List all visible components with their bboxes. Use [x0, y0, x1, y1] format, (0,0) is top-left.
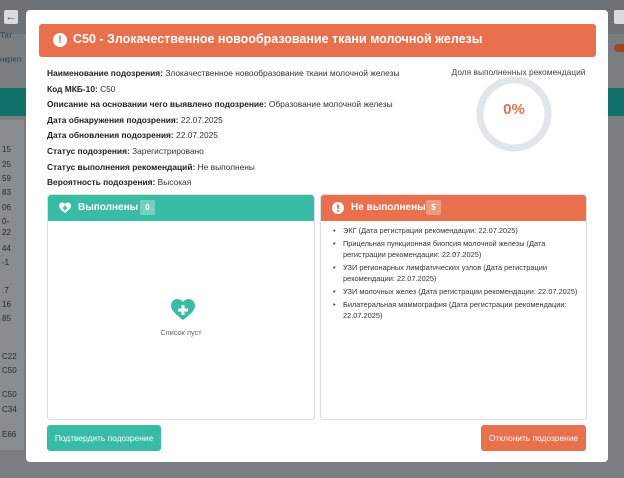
heart-plus-icon [59, 202, 71, 213]
background-number: 44 [2, 244, 11, 253]
background-number: 15 [2, 145, 11, 154]
background-toggle [614, 44, 624, 52]
completed-panel-title: Выполнены [78, 202, 139, 213]
background-number: C22 [2, 352, 17, 361]
background-number: C50 [2, 366, 17, 375]
info-label: Описание на основании чего выявлено подо… [47, 99, 267, 110]
info-row: Вероятность подозрения: Высокая [47, 175, 447, 191]
progress-value: 0% [503, 101, 525, 118]
heart-plus-icon [171, 299, 195, 320]
completed-panel-header: Выполнены 0 [48, 195, 314, 221]
not-completed-panel: Не выполнены 5 ЭКГ (Дата регистрации рек… [320, 194, 587, 420]
background-number: C34 [2, 405, 17, 414]
modal-title: C50 - Злокачественное новообразование тк… [73, 32, 483, 46]
background-number: 25 [2, 160, 11, 169]
modal-header: ! C50 - Злокачественное новообразование … [39, 24, 596, 57]
recommendation-item: УЗИ молочных желез (Дата регистрации рек… [333, 287, 581, 298]
background-column [0, 120, 24, 450]
info-row: Дата обновления подозрения: 22.07.2025 [47, 128, 447, 144]
info-row: Статус выполнения рекомендаций: Не выпол… [47, 160, 447, 176]
suspicion-modal: ! C50 - Злокачественное новообразование … [26, 10, 608, 462]
info-label: Статус подозрения: [47, 145, 130, 156]
info-label: Вероятность подозрения: [47, 177, 156, 188]
info-label: Статус выполнения рекомендаций: [47, 161, 196, 172]
info-row: Дата обнаружения подозрения: 22.07.2025 [47, 113, 447, 129]
recommendation-list: ЭКГ (Дата регистрации рекомендации: 22.0… [333, 226, 581, 324]
info-label: Дата обнаружения подозрения: [47, 114, 179, 125]
background-number: 22 [2, 228, 11, 237]
empty-list-text: Список пуст [160, 328, 202, 337]
recommendation-item: УЗИ регионарных лимфатических узлов (Дат… [333, 263, 581, 284]
background-number: .7 [2, 286, 9, 295]
background-number: C50 [2, 390, 17, 399]
info-value: Зарегистрировано [132, 145, 204, 156]
info-value: Не выполнены [197, 161, 255, 172]
background-window-control [614, 10, 624, 24]
info-label: Дата обновления подозрения: [47, 130, 174, 141]
background-number: 85 [2, 314, 11, 323]
info-value: Злокачественное новообразование ткани мо… [165, 68, 400, 78]
info-row: Статус подозрения: Зарегистрировано [47, 144, 447, 160]
confirm-suspicion-button[interactable]: Подтвердить подозрение [47, 425, 161, 451]
background-number: 06 [2, 203, 11, 212]
background-number: E66 [2, 430, 17, 439]
recommendation-item: Прицельная пункционная биопсия молочной … [333, 239, 581, 260]
not-completed-count-badge: 5 [426, 200, 441, 215]
background-number: -1 [2, 258, 10, 267]
info-row: Наименование подозрения: Злокачественное… [47, 66, 447, 82]
background-number: 16 [2, 300, 11, 309]
completed-count-badge: 0 [140, 200, 155, 215]
not-completed-panel-title: Не выполнены [351, 202, 426, 213]
recommendation-item: ЭКГ (Дата регистрации рекомендации: 22.0… [333, 226, 581, 237]
info-value: Образование молочной железы [268, 99, 393, 110]
background-number: 59 [2, 174, 11, 183]
info-value: C50 [100, 83, 116, 94]
back-arrow-icon[interactable]: ← [4, 10, 18, 24]
background-number: 83 [2, 188, 11, 197]
completed-panel: Выполнены 0 Список пуст [47, 194, 315, 420]
alert-circle-icon [332, 202, 344, 214]
not-completed-panel-header: Не выполнены 5 [321, 195, 586, 221]
info-row: Описание на основании чего выявлено подо… [47, 97, 447, 113]
background-text: нкреп [0, 55, 22, 64]
background-number: 0- [2, 217, 10, 226]
info-value: 22.07.2025 [176, 130, 218, 141]
reject-suspicion-button[interactable]: Отклонить подозрение [481, 425, 586, 451]
info-label: Наименование подозрения: [47, 68, 163, 78]
recommendation-item: Билатеральная маммография (Дата регистра… [333, 300, 581, 321]
suspicion-info: Наименование подозрения: Злокачественное… [47, 66, 447, 191]
info-row: Код МКБ-10: C50 [47, 82, 447, 98]
alert-icon: ! [53, 33, 67, 47]
info-value: 22.07.2025 [180, 114, 223, 125]
info-label: Код МКБ-10: [47, 83, 98, 94]
background-text: Тат [0, 31, 13, 40]
info-value: Высокая [157, 177, 192, 188]
